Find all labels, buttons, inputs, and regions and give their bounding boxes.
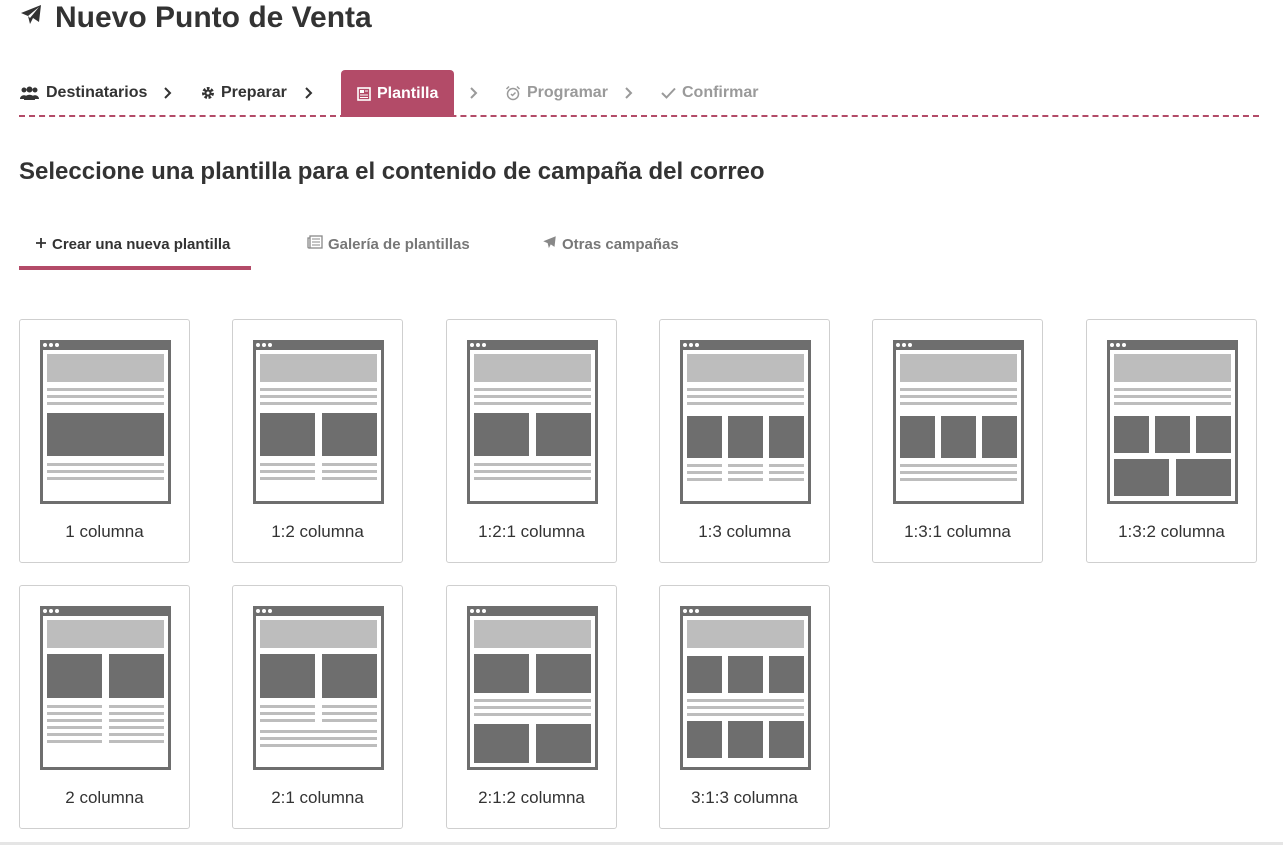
tab-label: Otras campañas bbox=[562, 235, 679, 253]
template-label: 2:1:2 columna bbox=[478, 788, 585, 807]
template-card-1-2-1-columna[interactable]: 1:2:1 columna bbox=[446, 319, 617, 563]
wizard-steps: Destinatarios Preparar Plantilla Program… bbox=[19, 70, 1259, 117]
paper-plane-icon bbox=[542, 235, 557, 254]
template-label: 1:2:1 columna bbox=[478, 522, 585, 541]
tab-label: Crear una nueva plantilla bbox=[52, 235, 231, 253]
layout-1-columna-thumbnail bbox=[40, 340, 171, 504]
step-programar[interactable]: Programar bbox=[505, 70, 608, 115]
paper-plane-icon bbox=[19, 1, 43, 35]
step-label: Destinatarios bbox=[46, 83, 148, 101]
page-title: Nuevo Punto de Venta bbox=[55, 1, 372, 34]
template-card-1-3-2-columna[interactable]: 1:3:2 columna bbox=[1086, 319, 1257, 563]
layout-1-3-1-columna-thumbnail bbox=[893, 340, 1024, 504]
tab-crear-plantilla[interactable]: Crear una nueva plantilla bbox=[35, 224, 230, 264]
tab-otras-campanas[interactable]: Otras campañas bbox=[542, 224, 679, 264]
layout-1-2-columna-thumbnail bbox=[253, 340, 384, 504]
layout-3-1-3-columna-thumbnail bbox=[680, 606, 811, 770]
template-card-3-1-3-columna[interactable]: 3:1:3 columna bbox=[659, 585, 830, 829]
layout-2-columna-thumbnail bbox=[40, 606, 171, 770]
chevron-right-icon bbox=[625, 70, 633, 115]
step-plantilla[interactable]: Plantilla bbox=[341, 70, 454, 117]
template-label: 2:1 columna bbox=[271, 788, 364, 807]
layout-1-3-columna-thumbnail bbox=[680, 340, 811, 504]
chevron-right-icon bbox=[164, 70, 172, 115]
gear-icon bbox=[201, 86, 215, 100]
users-icon bbox=[19, 86, 40, 100]
step-confirmar[interactable]: Confirmar bbox=[661, 70, 758, 115]
step-label: Preparar bbox=[221, 83, 287, 101]
template-card-1-3-columna[interactable]: 1:3 columna bbox=[659, 319, 830, 563]
section-title: Seleccione una plantilla para el conteni… bbox=[19, 158, 765, 185]
step-label: Confirmar bbox=[682, 83, 759, 101]
template-card-1-2-columna[interactable]: 1:2 columna bbox=[232, 319, 403, 563]
template-tabs: Crear una nueva plantilla Galería de pla… bbox=[19, 224, 719, 270]
newspaper-icon bbox=[307, 235, 323, 253]
template-card-1-3-1-columna[interactable]: 1:3:1 columna bbox=[872, 319, 1043, 563]
template-label: 1:3 columna bbox=[698, 522, 791, 541]
template-card-1-columna[interactable]: 1 columna bbox=[19, 319, 190, 563]
template-label: 2 columna bbox=[65, 788, 144, 807]
template-label: 1:3:2 columna bbox=[1118, 522, 1225, 541]
check-icon bbox=[661, 87, 676, 99]
layout-1-2-1-columna-thumbnail bbox=[467, 340, 598, 504]
template-card-2-1-columna[interactable]: 2:1 columna bbox=[232, 585, 403, 829]
active-tab-indicator bbox=[19, 266, 251, 270]
layout-2-1-columna-thumbnail bbox=[253, 606, 384, 770]
step-destinatarios[interactable]: Destinatarios bbox=[19, 70, 147, 115]
chevron-right-icon bbox=[470, 70, 478, 115]
tab-label: Galería de plantillas bbox=[328, 235, 470, 253]
template-label: 3:1:3 columna bbox=[691, 788, 798, 807]
template-card-2-columna[interactable]: 2 columna bbox=[19, 585, 190, 829]
page-header: Nuevo Punto de Venta bbox=[19, 0, 372, 36]
template-card-2-1-2-columna[interactable]: 2:1:2 columna bbox=[446, 585, 617, 829]
tab-galeria-plantillas[interactable]: Galería de plantillas bbox=[307, 224, 470, 264]
template-label: 1:3:1 columna bbox=[904, 522, 1011, 541]
layout-1-3-2-columna-thumbnail bbox=[1107, 340, 1238, 504]
chevron-right-icon bbox=[305, 70, 313, 115]
step-preparar[interactable]: Preparar bbox=[201, 70, 287, 115]
layout-2-1-2-columna-thumbnail bbox=[467, 606, 598, 770]
template-label: 1:2 columna bbox=[271, 522, 364, 541]
step-label: Plantilla bbox=[377, 84, 439, 102]
template-label: 1 columna bbox=[65, 522, 144, 541]
step-label: Programar bbox=[527, 83, 608, 101]
newspaper-icon bbox=[357, 86, 371, 101]
alarm-clock-icon bbox=[505, 85, 521, 101]
plus-icon bbox=[35, 236, 47, 253]
